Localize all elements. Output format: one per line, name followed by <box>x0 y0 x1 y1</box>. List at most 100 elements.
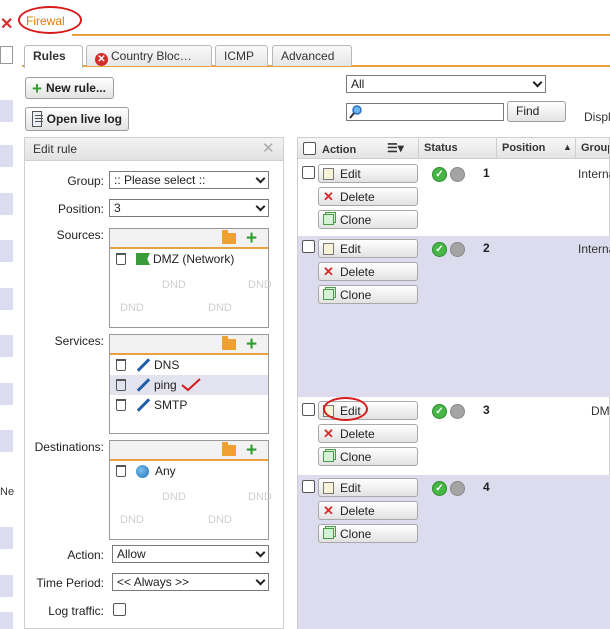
plus-icon[interactable]: + <box>246 228 257 250</box>
trash-icon[interactable] <box>116 359 126 371</box>
status-disabled-icon[interactable] <box>450 242 465 257</box>
plus-icon: + <box>32 78 42 98</box>
clone-button[interactable]: Clone <box>318 447 418 466</box>
column-header-label: Position <box>502 142 546 154</box>
service-item-label: ping <box>154 378 177 392</box>
service-item[interactable]: SMTP <box>110 395 268 415</box>
services-list-header: + <box>110 334 268 356</box>
time-period-select[interactable]: << Always >> <box>112 573 269 591</box>
row-checkbox[interactable] <box>302 166 315 179</box>
edit-button[interactable]: Edit <box>318 164 418 183</box>
column-header-position[interactable]: Position ▲ <box>497 138 576 159</box>
row-position: 2 <box>483 241 490 255</box>
status-disabled-icon[interactable] <box>450 167 465 182</box>
folder-icon[interactable] <box>222 336 236 350</box>
log-traffic-checkbox[interactable] <box>113 603 126 616</box>
delete-button[interactable]: ✕ Delete <box>318 424 418 443</box>
delete-icon: ✕ <box>323 426 334 441</box>
row-checkbox[interactable] <box>302 480 315 493</box>
column-header-label: Action <box>322 144 357 156</box>
destination-item[interactable]: Any <box>110 461 268 481</box>
delete-icon: ✕ <box>323 264 334 279</box>
chevron-down-icon <box>255 173 266 183</box>
find-button[interactable]: Find <box>507 101 566 122</box>
column-header-label: Status <box>424 142 458 154</box>
edit-button[interactable]: Edit <box>318 239 418 258</box>
delete-button[interactable]: ✕ Delete <box>318 501 418 520</box>
clone-icon <box>323 451 334 462</box>
row-checkbox[interactable] <box>302 240 315 253</box>
open-live-log-button[interactable]: Open live log <box>25 107 129 131</box>
new-rule-button[interactable]: + New rule... <box>25 77 114 99</box>
window-close-icon[interactable]: ✕ <box>0 14 13 34</box>
globe-icon <box>136 464 149 478</box>
service-icon <box>136 378 150 392</box>
app-tab-firewall[interactable]: Firewal <box>18 6 82 34</box>
column-header-group[interactable]: Group <box>576 138 610 159</box>
status-enabled-icon[interactable]: ✓ <box>432 242 447 257</box>
edit-button[interactable]: Edit <box>318 478 418 497</box>
trash-icon[interactable] <box>116 465 126 477</box>
action-value: Allow <box>117 547 146 561</box>
clone-label: Clone <box>340 449 372 464</box>
tab-rules[interactable]: Rules <box>24 45 83 68</box>
action-select[interactable]: Allow <box>112 545 269 563</box>
status-enabled-icon[interactable]: ✓ <box>432 404 447 419</box>
search-icon <box>349 105 362 119</box>
group-select[interactable]: :: Please select :: <box>109 171 269 189</box>
clone-button[interactable]: Clone <box>318 524 418 543</box>
column-header-status[interactable]: Status <box>419 138 497 159</box>
clone-button[interactable]: Clone <box>318 210 418 229</box>
open-live-log-label: Open live log <box>46 112 122 126</box>
chevron-down-icon <box>532 77 543 87</box>
new-rule-label: New rule... <box>45 81 106 95</box>
time-period-value: << Always >> <box>117 575 190 589</box>
scope-select[interactable]: All <box>346 75 546 93</box>
sources-list[interactable]: + DMZ (Network) DND DND DND DND <box>109 228 272 328</box>
destinations-list[interactable]: + Any DND DND DND DND <box>109 440 272 540</box>
service-item-selected[interactable]: ping <box>110 375 268 395</box>
source-item[interactable]: DMZ (Network) <box>110 249 268 269</box>
sort-asc-icon: ▲ <box>563 142 572 152</box>
sidebar-field[interactable] <box>0 46 13 64</box>
trash-icon[interactable] <box>116 399 126 411</box>
folder-icon[interactable] <box>222 442 236 456</box>
sidebar-stripe <box>0 100 13 122</box>
dnd-hint: DND <box>208 302 232 314</box>
clone-label: Clone <box>340 287 372 302</box>
tab-icmp[interactable]: ICMP <box>215 45 268 66</box>
group-value: :: Please select :: <box>114 173 206 187</box>
plus-icon[interactable]: + <box>246 440 257 462</box>
clone-button[interactable]: Clone <box>318 285 418 304</box>
delete-button[interactable]: ✕ Delete <box>318 187 418 206</box>
plus-icon[interactable]: + <box>246 334 257 356</box>
service-icon <box>136 358 150 372</box>
tab-country-blocking[interactable]: ✕ Country Bloc… <box>86 45 212 66</box>
services-list[interactable]: + DNS ping SMTP <box>109 334 269 434</box>
search-input[interactable] <box>346 103 504 121</box>
status-disabled-icon[interactable] <box>450 404 465 419</box>
sidebar-stripe <box>0 527 13 549</box>
folder-icon[interactable] <box>222 230 236 244</box>
position-label: Position: <box>57 202 104 216</box>
service-item-label: SMTP <box>154 398 188 412</box>
status-enabled-icon[interactable]: ✓ <box>432 167 447 182</box>
column-header-action[interactable]: Action ☰▾ <box>298 138 419 159</box>
position-select[interactable]: 3 <box>109 199 269 217</box>
services-label: Services: <box>54 334 104 348</box>
select-all-checkbox[interactable] <box>303 142 316 155</box>
log-traffic-label: Log traffic: <box>48 604 104 618</box>
delete-button[interactable]: ✕ Delete <box>318 262 418 281</box>
trash-icon[interactable] <box>116 253 126 265</box>
dnd-hint: DND <box>162 491 186 503</box>
menu-icon[interactable]: ☰▾ <box>387 141 404 155</box>
sidebar-stripe <box>0 240 13 262</box>
close-icon[interactable]: ✕ <box>262 139 275 157</box>
clone-icon <box>323 214 334 225</box>
status-enabled-icon[interactable]: ✓ <box>432 481 447 496</box>
service-item[interactable]: DNS <box>110 355 268 375</box>
trash-icon[interactable] <box>116 379 126 391</box>
row-checkbox[interactable] <box>302 403 315 416</box>
tab-advanced[interactable]: Advanced <box>272 45 352 66</box>
status-disabled-icon[interactable] <box>450 481 465 496</box>
